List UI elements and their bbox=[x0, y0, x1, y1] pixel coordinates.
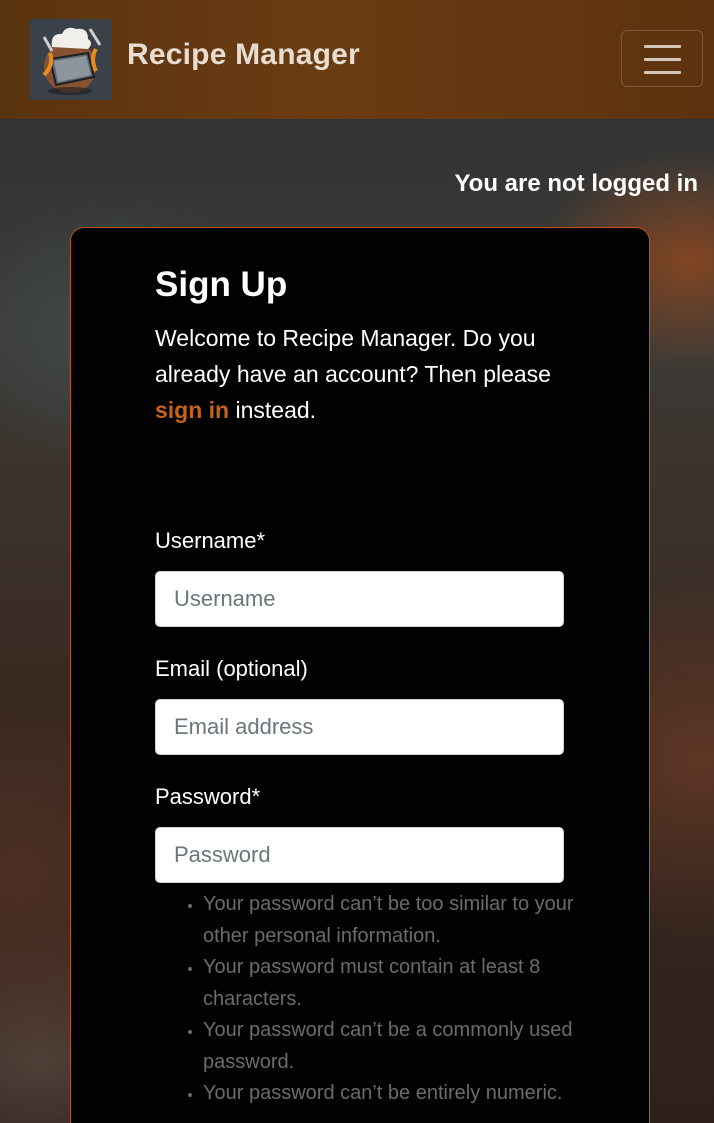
username-label: Username* bbox=[155, 528, 266, 553]
signup-intro: Welcome to Recipe Manager. Do you alread… bbox=[155, 320, 575, 428]
hamburger-menu-icon bbox=[644, 71, 681, 74]
sign-in-link[interactable]: sign in bbox=[155, 397, 229, 423]
intro-text: instead. bbox=[229, 397, 317, 423]
chef-logo-icon[interactable] bbox=[30, 19, 111, 100]
page-title: Sign Up bbox=[155, 265, 288, 304]
login-status: You are not logged in bbox=[454, 170, 698, 197]
password-help-item: Your password can’t be too similar to yo… bbox=[203, 889, 575, 952]
brand-name[interactable]: Recipe Manager bbox=[127, 38, 360, 72]
hamburger-menu-icon bbox=[644, 58, 681, 61]
email-input[interactable] bbox=[155, 699, 564, 755]
hamburger-menu-icon bbox=[644, 45, 681, 48]
password-input[interactable] bbox=[155, 827, 564, 883]
password-help-item: Your password must contain at least 8 ch… bbox=[203, 952, 575, 1015]
intro-brand: Recipe Manager bbox=[282, 325, 450, 351]
logo-image bbox=[30, 19, 111, 100]
intro-text: Welcome to bbox=[155, 325, 283, 351]
password-help-item: Your password can’t be entirely numeric. bbox=[203, 1078, 575, 1110]
email-label: Email (optional) bbox=[155, 656, 308, 681]
menu-toggle-button[interactable] bbox=[621, 30, 703, 87]
password-help-item: Your password can’t be a commonly used p… bbox=[203, 1015, 575, 1078]
username-input[interactable] bbox=[155, 571, 564, 627]
password-label: Password* bbox=[155, 784, 261, 809]
password-help-list: Your password can’t be too similar to yo… bbox=[155, 889, 575, 1110]
navbar: Recipe Manager bbox=[0, 0, 714, 119]
